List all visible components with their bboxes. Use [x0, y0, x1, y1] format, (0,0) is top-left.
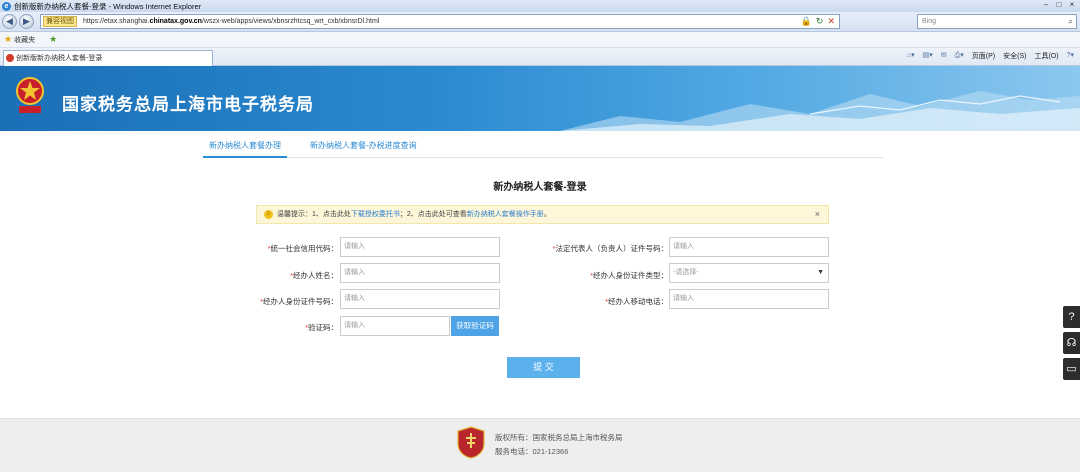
download-authorization-link[interactable]: 下载授权委托书 — [351, 211, 400, 218]
feeds-icon[interactable]: ▤▾ — [923, 51, 933, 61]
agent-id-type-label: *经办人身份证件类型： — [590, 271, 668, 280]
ie-logo-icon: e — [2, 1, 11, 11]
refresh-icon[interactable]: ↻ — [816, 16, 824, 27]
get-captcha-button[interactable]: 获取验证码 — [451, 316, 499, 336]
address-bar: ◀ ▶ 兼容视图 https://etax.shanghai.chinatax.… — [0, 12, 1080, 32]
favorites-label[interactable]: 收藏夹 — [14, 35, 35, 45]
smile-icon: ☺ — [264, 210, 273, 219]
back-button[interactable]: ◀ — [2, 14, 17, 29]
favorites-bar: ★ 收藏夹 ★ — [0, 32, 1080, 48]
window-title: 创新版新办纳税人套餐-登录 - Windows Internet Explore… — [14, 1, 202, 11]
maximize-icon[interactable]: □ — [1053, 0, 1065, 10]
copyright-text: 版权所有：国家税务总局上海市税务局 — [495, 433, 623, 442]
tools-menu[interactable]: 工具(O) — [1034, 51, 1058, 61]
add-favorite-icon[interactable]: ★ — [49, 34, 57, 45]
home-icon[interactable]: ⌂▾ — [907, 51, 915, 61]
compat-view-badge[interactable]: 兼容视图 — [43, 16, 77, 27]
manual-link[interactable]: 新办纳税人套餐操作手册 — [467, 211, 544, 218]
agent-phone-input[interactable]: 请输入 — [669, 289, 829, 309]
stop-icon[interactable]: ✕ — [827, 16, 835, 27]
service-hotline-text: 服务电话：021-12366 — [495, 447, 569, 456]
browser-titlebar: e 创新版新办纳税人套餐-登录 - Windows Internet Explo… — [0, 0, 1080, 12]
safety-menu[interactable]: 安全(S) — [1003, 51, 1026, 61]
search-input[interactable]: Bing ⌕ — [917, 14, 1077, 29]
submit-button[interactable]: 提 交 — [507, 357, 580, 378]
agent-name-label: *经办人姓名： — [290, 271, 338, 280]
manual-book-icon[interactable]: ▭ — [1063, 358, 1080, 380]
browser-tab[interactable]: 创新版新办纳税人套餐-登录 — [3, 50, 213, 66]
credit-code-label: *统一社会信用代码： — [267, 244, 338, 253]
tax-shield-logo-icon — [457, 426, 485, 459]
tab-apply[interactable]: 新办纳税人套餐办理 — [203, 137, 287, 158]
agent-name-input[interactable]: 请输入 — [340, 263, 500, 283]
notice-banner: ☺ 温馨提示：1、点击此处下载授权委托书；2、点击此处可查看新办纳税人套餐操作手… — [256, 205, 829, 224]
legal-id-no-input[interactable]: 请输入 — [669, 237, 829, 257]
captcha-label: *验证码： — [305, 323, 338, 332]
close-notice-button[interactable]: × — [815, 206, 820, 223]
site-banner: 国家税务总局上海市电子税务局 — [0, 66, 1080, 131]
legal-id-no-label: *法定代表人（负责人）证件号码： — [552, 244, 668, 253]
page-menu[interactable]: 页面(P) — [972, 51, 995, 61]
customer-service-icon[interactable]: ☊ — [1063, 332, 1080, 354]
tab-bar: 创新版新办纳税人套餐-登录 ⌂▾ ▤▾ ✉ ⎙▾ 页面(P) 安全(S) 工具(… — [0, 48, 1080, 66]
agent-id-no-label: *经办人身份证件号码： — [260, 297, 338, 306]
url-text[interactable]: https://etax.shanghai.chinatax.gov.cn/ws… — [83, 18, 379, 25]
tab-progress-query[interactable]: 新办纳税人套餐-办税进度查询 — [310, 137, 417, 158]
tab-title: 创新版新办纳税人套餐-登录 — [16, 55, 103, 62]
main-tabs: 新办纳税人套餐办理 新办纳税人套餐-办税进度查询 — [203, 137, 883, 158]
favorites-star-icon[interactable]: ★ — [4, 34, 12, 45]
print-icon[interactable]: ⎙▾ — [955, 51, 964, 61]
mail-icon[interactable]: ✉ — [941, 51, 947, 61]
close-icon[interactable]: × — [1066, 0, 1078, 10]
url-field[interactable]: 兼容视图 https://etax.shanghai.chinatax.gov.… — [40, 14, 840, 29]
help-question-icon[interactable]: ? — [1063, 306, 1080, 328]
great-wall-decoration — [560, 91, 1080, 131]
minimize-icon[interactable]: – — [1040, 0, 1052, 10]
side-toolbar: ? ☊ ▭ — [1063, 306, 1080, 384]
address-icons: 🔒 ↻ ✕ — [801, 16, 835, 27]
search-icon[interactable]: ⌕ — [1069, 15, 1073, 28]
window-controls: – □ × — [1039, 0, 1078, 10]
lock-icon[interactable]: 🔒 — [801, 16, 812, 27]
agent-phone-label: *经办人移动电话： — [605, 297, 668, 306]
tax-emblem-icon — [16, 77, 44, 113]
footer: 版权所有：国家税务总局上海市税务局 服务电话：021-12366 — [0, 418, 1080, 472]
captcha-input[interactable]: 请输入 — [340, 316, 450, 336]
help-icon[interactable]: ?▾ — [1067, 51, 1074, 61]
site-name: 国家税务总局上海市电子税务局 — [62, 95, 314, 115]
agent-id-no-input[interactable]: 请输入 — [340, 289, 500, 309]
agent-id-type-select[interactable]: -请选择- ▼ — [669, 263, 829, 283]
form-title: 新办纳税人套餐-登录 — [493, 182, 587, 193]
credit-code-input[interactable]: 请输入 — [340, 237, 500, 257]
forward-button[interactable]: ▶ — [19, 14, 34, 29]
tab-favicon-icon — [6, 54, 14, 62]
dropdown-arrow-icon: ▼ — [817, 269, 824, 276]
command-bar: ⌂▾ ▤▾ ✉ ⎙▾ 页面(P) 安全(S) 工具(O) ?▾ — [907, 51, 1074, 61]
